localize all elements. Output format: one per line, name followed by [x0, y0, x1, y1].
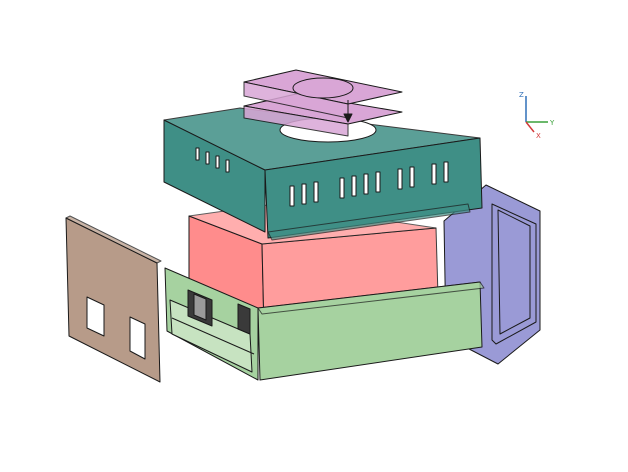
axis-x-label: X: [536, 132, 541, 140]
axis-z-label: Z: [519, 91, 524, 99]
fan-hub: [292, 77, 354, 99]
cad-viewport[interactable]: Z Y X: [0, 0, 628, 472]
axis-y-label: Y: [549, 119, 555, 127]
side-panel-cutout-right: [129, 316, 146, 360]
axis-triad: Z Y X: [519, 91, 555, 140]
connector-face: [193, 293, 207, 321]
axis-x-line: [525, 121, 535, 133]
side-panel[interactable]: [65, 215, 162, 383]
side-panel-face: [65, 217, 161, 383]
connector-clip: [237, 303, 251, 335]
